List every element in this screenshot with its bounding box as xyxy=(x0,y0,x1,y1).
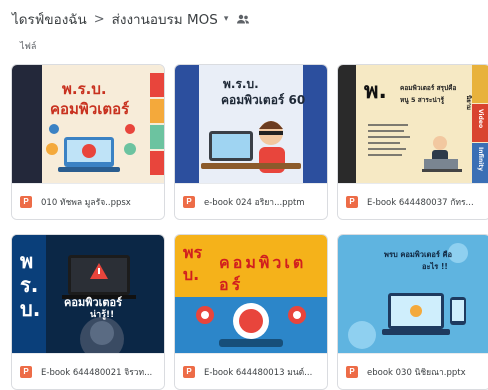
file-card-5[interactable]: พร คอมพิวเต บ. อร์ P E-book 644480013 มน… xyxy=(174,234,328,390)
thumb-side-tab-2: Video xyxy=(477,109,484,129)
thumb-title-line-2: คอมพิวเตอร์ xyxy=(50,100,130,118)
thumb-title-line-5: น่ารู้!! xyxy=(90,310,115,320)
file-name: E-book 644480013 มนต์... xyxy=(204,367,313,378)
powerpoint-file-icon: P xyxy=(183,195,195,208)
thumb-title-line-3: บ. xyxy=(20,297,41,321)
thumb-title-line-1: พ. xyxy=(364,79,387,104)
thumb-side-tab-1: นิยาม xyxy=(465,95,472,110)
thumb-title-line-2: คอมพิวเตอร์ 60 xyxy=(221,93,306,107)
shared-people-icon[interactable] xyxy=(236,14,250,24)
thumb-title-line-2: อะไร !! xyxy=(422,262,448,271)
file-name: ebook 030 นิชิยณา.pptx xyxy=(367,367,466,378)
file-card-footer: P E-book 644480013 มนต์... xyxy=(175,353,327,389)
thumb-title-line-2: คอมพิวเตอร์ สรุปคือ xyxy=(400,84,457,92)
powerpoint-file-icon: P xyxy=(20,195,32,208)
thumb-title-line-1: พรบ คอมพิวเตอร์ คือ xyxy=(384,250,453,259)
file-card-footer: P e-book 024 อริยา...pptm xyxy=(175,183,327,219)
file-thumbnail: พ.ร.บ. คอมพิวเตอร์ xyxy=(12,65,164,183)
powerpoint-file-icon: P xyxy=(183,365,195,378)
breadcrumb: ไดรฟ์ของฉัน > ส่งงานอบรม MOS ▾ xyxy=(12,8,250,30)
folder-menu-caret-icon[interactable]: ▾ xyxy=(224,14,229,24)
powerpoint-file-icon: P xyxy=(346,365,358,378)
file-card-1[interactable]: พ.ร.บ. คอมพิวเตอร์ P 010 ทัชพล มูลรัจ..p… xyxy=(11,64,165,220)
file-thumbnail: พรบ คอมพิวเตอร์ คือ อะไร !! xyxy=(338,235,488,353)
file-name: 010 ทัชพล มูลรัจ..ppsx xyxy=(41,197,131,208)
file-thumbnail: พร คอมพิวเต บ. อร์ xyxy=(175,235,327,353)
file-name: E-book 644480021 จิรวท... xyxy=(41,367,153,378)
file-name: E-book 644480037 กัทร... xyxy=(367,197,474,208)
file-card-footer: P E-book 644480037 กัทร... xyxy=(338,183,488,219)
file-card-4[interactable]: พ ร. บ. คอมพิวเตอร์ น่ารู้!! P E-book 64… xyxy=(11,234,165,390)
file-card-footer: P E-book 644480021 จิรวท... xyxy=(12,353,164,389)
breadcrumb-my-drive[interactable]: ไดรฟ์ของฉัน xyxy=(12,8,87,30)
file-thumbnail: พ.ร.บ. คอมพิวเตอร์ 60 xyxy=(175,65,327,183)
files-section-label: ไฟล์ xyxy=(20,42,37,52)
thumb-side-tab-3: Infinity xyxy=(477,147,484,172)
breadcrumb-current-folder[interactable]: ส่งงานอบรม MOS xyxy=(112,8,218,30)
file-card-footer: P 010 ทัชพล มูลรัจ..ppsx xyxy=(12,183,164,219)
file-card-footer: P ebook 030 นิชิยณา.pptx xyxy=(338,353,488,389)
file-name: e-book 024 อริยา...pptm xyxy=(204,197,305,208)
thumb-title-line-3: หนู 5 สาระน่ารู้ xyxy=(400,96,444,104)
file-thumbnail: พ. คอมพิวเตอร์ สรุปคือ หนู 5 สาระน่ารู้ … xyxy=(338,65,488,183)
file-card-6[interactable]: พรบ คอมพิวเตอร์ คือ อะไร !! P ebook 030 … xyxy=(337,234,488,390)
file-card-2[interactable]: พ.ร.บ. คอมพิวเตอร์ 60 P e-book 024 อริยา… xyxy=(174,64,328,220)
breadcrumb-separator: > xyxy=(93,11,105,27)
thumb-title-line-4: อร์ xyxy=(219,275,244,294)
powerpoint-file-icon: P xyxy=(346,195,358,208)
file-thumbnail: พ ร. บ. คอมพิวเตอร์ น่ารู้!! xyxy=(12,235,164,353)
thumb-title-line-3: บ. xyxy=(183,265,200,284)
powerpoint-file-icon: P xyxy=(20,365,32,378)
file-card-3[interactable]: พ. คอมพิวเตอร์ สรุปคือ หนู 5 สาระน่ารู้ … xyxy=(337,64,488,220)
